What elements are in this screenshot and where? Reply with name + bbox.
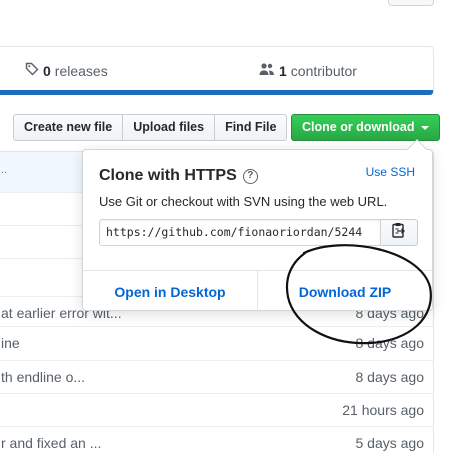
row-message[interactable]: th endline o... (1, 369, 85, 385)
create-new-file-button[interactable]: Create new file (13, 114, 124, 141)
clone-url-input[interactable]: https://github.com/fionaoriordan/5244 (99, 219, 381, 246)
row-message[interactable]: ine (1, 335, 20, 351)
contributors-link[interactable]: 1 contributor (259, 62, 357, 79)
row-age: 21 hours ago (342, 402, 424, 418)
clone-popover: Clone with HTTPS ? Use SSH Use Git or ch… (82, 139, 433, 312)
row-age: 8 days ago (355, 369, 425, 385)
releases-count: 0 (43, 62, 51, 79)
use-ssh-link[interactable]: Use SSH (366, 165, 415, 179)
contributors-label: contributor (290, 62, 357, 79)
language-bar (0, 90, 433, 95)
people-icon (259, 62, 275, 79)
clone-url-group: https://github.com/fionaoriordan/5244 (99, 219, 418, 246)
download-zip-button[interactable]: Download ZIP (257, 271, 432, 312)
clipboard-icon (392, 222, 406, 243)
tag-icon (25, 62, 39, 79)
clone-or-download-button[interactable]: Clone or download (291, 114, 440, 141)
popover-footer: Open in Desktop Download ZIP (83, 270, 432, 312)
repo-summary: 0 releases 1 contributor (0, 46, 434, 95)
row-age: 8 days ago (355, 335, 425, 351)
table-row[interactable]: 21 hours ago (0, 393, 433, 426)
releases-link[interactable]: 0 releases (25, 62, 108, 79)
upload-files-button[interactable]: Upload files (122, 114, 216, 141)
releases-label: releases (54, 62, 108, 79)
chevron-down-icon (420, 125, 429, 130)
file-actions: Create new file Upload files Find File (13, 114, 288, 141)
find-file-button[interactable]: Find File (214, 114, 288, 141)
copy-url-button[interactable] (381, 219, 418, 246)
table-row[interactable]: ine 8 days ago (0, 326, 433, 359)
contributors-count: 1 (279, 62, 287, 79)
table-row[interactable]: th endline o... 8 days ago (0, 360, 433, 393)
row-message: .. (1, 164, 8, 176)
popover-arrow (407, 139, 427, 159)
clone-or-download-label: Clone or download (302, 120, 415, 134)
open-in-desktop-button[interactable]: Open in Desktop (83, 271, 257, 312)
question-icon[interactable]: ? (242, 168, 258, 184)
top-action-button[interactable] (388, 0, 434, 6)
row-age: 5 days ago (355, 435, 425, 451)
row-message[interactable]: r and fixed an ... (1, 435, 101, 451)
popover-title-text: Clone with HTTPS (99, 167, 237, 184)
popover-title: Clone with HTTPS ? (99, 167, 258, 185)
table-row[interactable]: r and fixed an ... 5 days ago (0, 426, 433, 453)
clone-description: Use Git or checkout with SVN using the w… (99, 194, 388, 209)
